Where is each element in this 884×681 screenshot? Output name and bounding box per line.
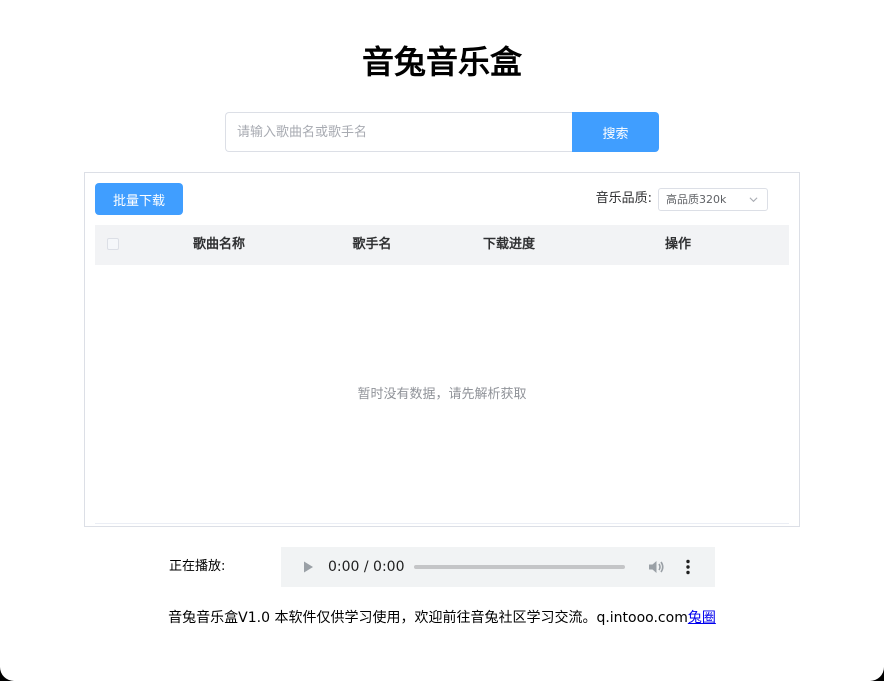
column-header-actions: 操作: [664, 237, 691, 252]
page-title: 音兔音乐盒: [361, 43, 522, 81]
app-window: 音兔音乐盒 搜索 批量下载 音乐品质: 高品质320k 歌曲名称 歌手名 下载进…: [0, 0, 884, 681]
volume-icon[interactable]: [648, 559, 665, 575]
more-vertical-icon[interactable]: [685, 559, 691, 575]
now-playing-label: 正在播放:: [169, 559, 226, 574]
player-progress-bar[interactable]: [414, 565, 625, 569]
batch-download-button[interactable]: 批量下载: [95, 183, 183, 215]
select-all-checkbox[interactable]: [107, 238, 119, 250]
column-header-song-name: 歌曲名称: [192, 237, 245, 252]
footer: 音兔音乐盒V1.0 本软件仅供学习使用，欢迎前往音兔社区学习交流。q.intoo…: [0, 607, 884, 629]
play-icon[interactable]: [301, 560, 315, 574]
column-header-download-progress: 下载进度: [482, 237, 535, 252]
search-button[interactable]: 搜索: [572, 112, 659, 152]
quality-select[interactable]: 高品质320k: [658, 188, 768, 211]
audio-player: 0:00 / 0:00: [281, 547, 715, 587]
quality-label: 音乐品质:: [595, 191, 652, 206]
footer-text: 音兔音乐盒V1.0 本软件仅供学习使用，欢迎前往音兔社区学习交流。q.intoo…: [168, 610, 688, 626]
player-time: 0:00 / 0:00: [328, 559, 405, 575]
search-input[interactable]: [225, 112, 572, 152]
chevron-down-icon: [749, 197, 758, 203]
column-header-singer: 歌手名: [352, 237, 392, 252]
table-divider: [95, 523, 789, 524]
table-header: 歌曲名称 歌手名 下载进度 操作: [95, 225, 789, 265]
quality-selected-value: 高品质320k: [666, 193, 727, 206]
empty-table-message: 暂时没有数据，请先解析获取: [357, 387, 527, 402]
footer-community-link[interactable]: 兔圈: [688, 610, 716, 626]
